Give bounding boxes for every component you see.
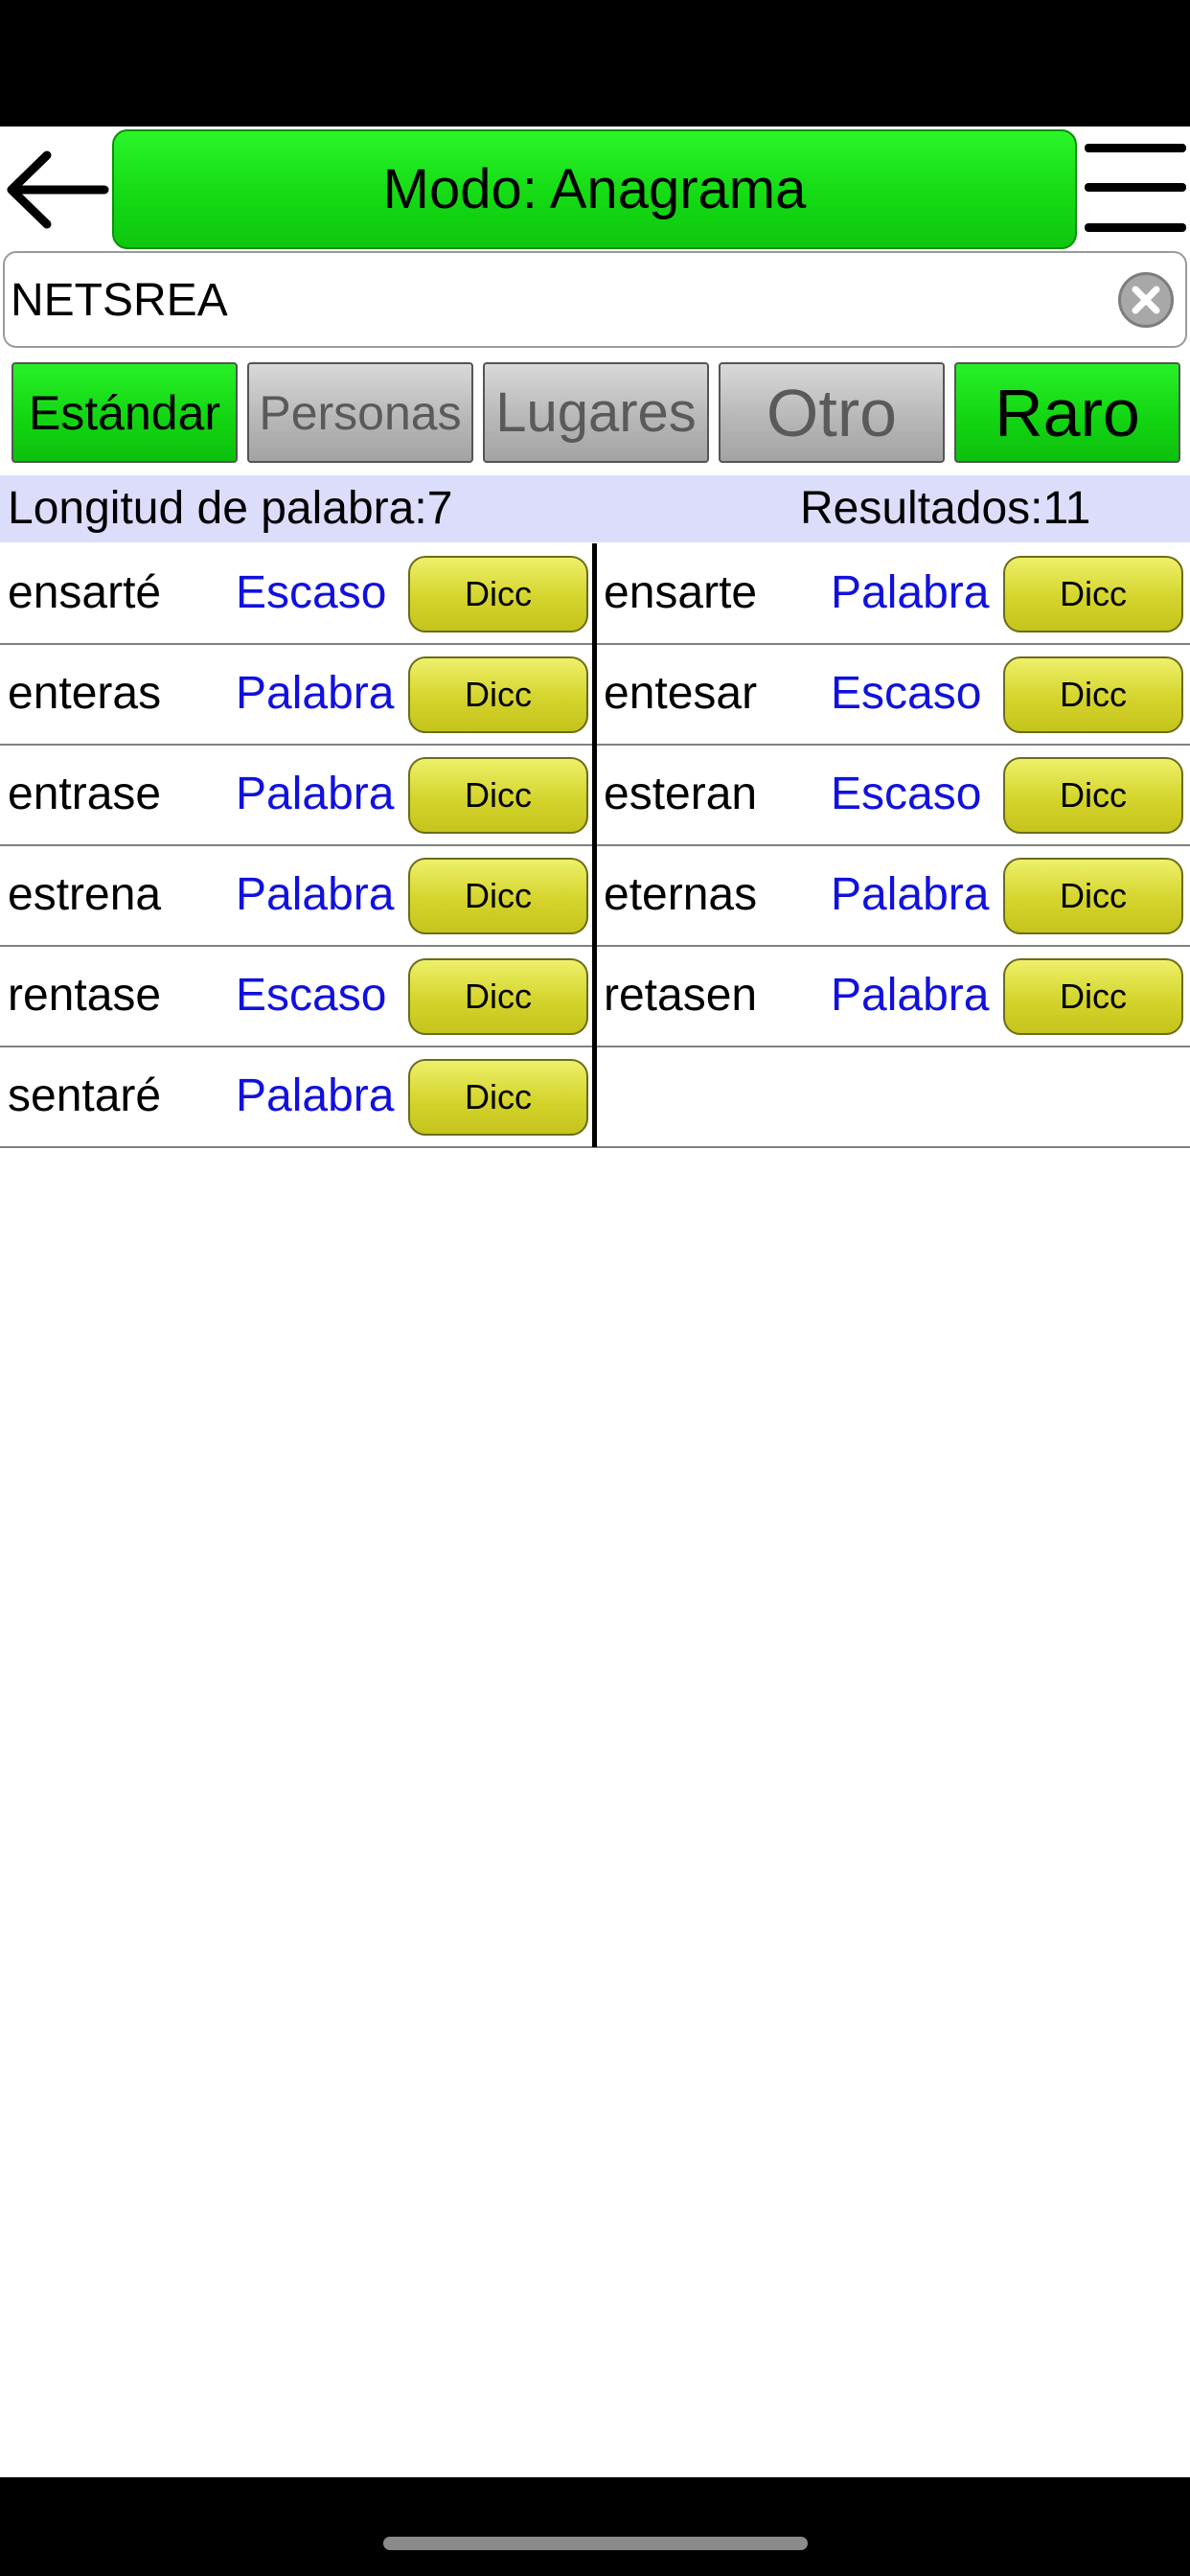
category-label: Raro xyxy=(995,375,1140,450)
hamburger-menu-icon[interactable] xyxy=(1085,144,1186,232)
home-indicator[interactable] xyxy=(383,2537,808,2550)
dicc-button-label: Dicc xyxy=(1060,775,1127,815)
category-label: Otro xyxy=(766,375,898,450)
clear-icon[interactable] xyxy=(1118,272,1174,328)
result-type: Palabra xyxy=(831,567,990,618)
result-type: Palabra xyxy=(236,769,395,819)
category-otro-button[interactable]: Otro xyxy=(719,362,945,463)
dicc-button-label: Dicc xyxy=(465,977,532,1016)
dicc-button-label: Dicc xyxy=(1060,876,1127,915)
dicc-button-label: Dicc xyxy=(465,1077,532,1116)
category-label: Estándar xyxy=(28,385,221,440)
back-arrow-icon[interactable] xyxy=(4,142,109,238)
result-type: Palabra xyxy=(236,1070,395,1121)
search-input[interactable] xyxy=(11,266,1064,334)
dicc-button[interactable]: Dicc xyxy=(1003,958,1183,1035)
dicc-button-label: Dicc xyxy=(465,675,532,714)
category-personas-button[interactable]: Personas xyxy=(247,362,473,463)
dicc-button[interactable]: Dicc xyxy=(408,656,588,733)
result-word: enteras xyxy=(8,668,162,719)
result-type: Palabra xyxy=(236,869,395,920)
result-type: Palabra xyxy=(831,970,990,1021)
dicc-button[interactable]: Dicc xyxy=(1003,858,1183,934)
word-length-label: Longitud de palabra:7 xyxy=(8,483,453,534)
category-estandar-button[interactable]: Estándar xyxy=(11,362,238,463)
result-type: Escaso xyxy=(831,769,982,819)
dicc-button[interactable]: Dicc xyxy=(408,858,588,934)
result-word: entrase xyxy=(8,769,162,819)
result-word: estrena xyxy=(8,869,162,920)
category-label: Lugares xyxy=(495,381,697,444)
mode-button[interactable]: Modo: Anagrama xyxy=(112,129,1077,249)
dicc-button[interactable]: Dicc xyxy=(1003,656,1183,733)
result-word: ensarte xyxy=(604,567,758,618)
result-type: Palabra xyxy=(831,869,990,920)
dicc-button-label: Dicc xyxy=(1060,574,1127,613)
result-type: Escaso xyxy=(236,970,387,1021)
status-bar xyxy=(0,0,1190,126)
dicc-button[interactable]: Dicc xyxy=(1003,556,1183,632)
dicc-button[interactable]: Dicc xyxy=(1003,757,1183,834)
dicc-button[interactable]: Dicc xyxy=(408,958,588,1035)
mode-label: Modo: Anagrama xyxy=(382,158,807,220)
bottom-bar xyxy=(0,2477,1190,2576)
dicc-button-label: Dicc xyxy=(1060,675,1127,714)
result-type: Escaso xyxy=(236,567,387,618)
category-lugares-button[interactable]: Lugares xyxy=(483,362,709,463)
search-box xyxy=(3,251,1187,348)
dicc-button[interactable]: Dicc xyxy=(408,757,588,834)
category-raro-button[interactable]: Raro xyxy=(954,362,1180,463)
dicc-button[interactable]: Dicc xyxy=(408,556,588,632)
column-divider xyxy=(592,543,597,1147)
dicc-button[interactable]: Dicc xyxy=(408,1059,588,1136)
info-bar: Longitud de palabra:7 Resultados:11 xyxy=(0,475,1190,542)
result-word: ensarté xyxy=(8,567,162,618)
result-type: Palabra xyxy=(236,668,395,719)
result-word: rentase xyxy=(8,970,162,1021)
result-word: retasen xyxy=(604,970,758,1021)
result-word: entesar xyxy=(604,668,758,719)
dicc-button-label: Dicc xyxy=(465,775,532,815)
dicc-button-label: Dicc xyxy=(465,876,532,915)
result-word: eternas xyxy=(604,869,758,920)
dicc-button-label: Dicc xyxy=(465,574,532,613)
result-word: esteran xyxy=(604,769,758,819)
result-type: Escaso xyxy=(831,668,982,719)
category-label: Personas xyxy=(259,385,462,440)
result-word: sentaré xyxy=(8,1070,162,1121)
results-count-label: Resultados:11 xyxy=(800,483,1091,534)
dicc-button-label: Dicc xyxy=(1060,977,1127,1016)
